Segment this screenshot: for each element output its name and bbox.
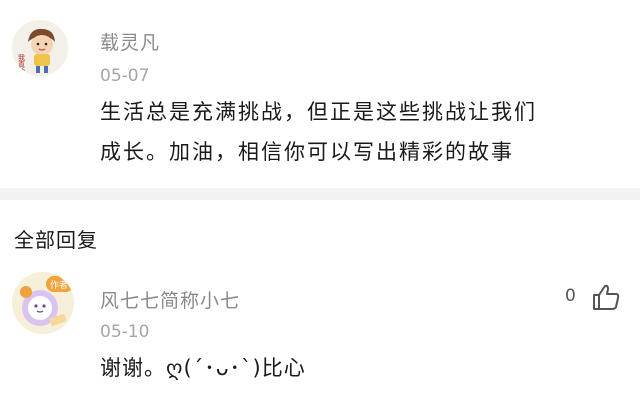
section-divider [0, 188, 640, 200]
author-badge-label: 作者 [50, 281, 69, 291]
like-button[interactable] [590, 282, 622, 312]
comment-date: 05-07 [100, 66, 150, 86]
cartoon-avatar-icon: 我 真 帅 [12, 20, 68, 76]
all-replies-title: 全部回复 [14, 228, 98, 252]
reply-item [0, 260, 640, 408]
svg-text:帅: 帅 [18, 67, 25, 76]
reply-text: 谢谢。ღ(´･ᴗ･`)比心 [100, 356, 306, 380]
comment-username[interactable]: 载灵凡 [100, 28, 160, 55]
author-avatar[interactable]: 作者 [12, 272, 74, 334]
like-count: 0 [565, 286, 576, 306]
comment-card: 我 真 帅 载灵凡 05-07 生活总是充满挑战，但正是这些挑战让我们 成长。加… [0, 0, 640, 188]
thumbs-up-icon [593, 284, 620, 310]
reply-username[interactable]: 风七七简称小七 [100, 286, 240, 313]
comment-text-line-2: 成长。加油，相信你可以写出精彩的故事 [100, 140, 514, 164]
comment-text-line-1: 生活总是充满挑战，但正是这些挑战让我们 [100, 100, 537, 124]
user-avatar[interactable]: 我 真 帅 [12, 20, 68, 76]
reply-date: 05-10 [100, 322, 150, 342]
